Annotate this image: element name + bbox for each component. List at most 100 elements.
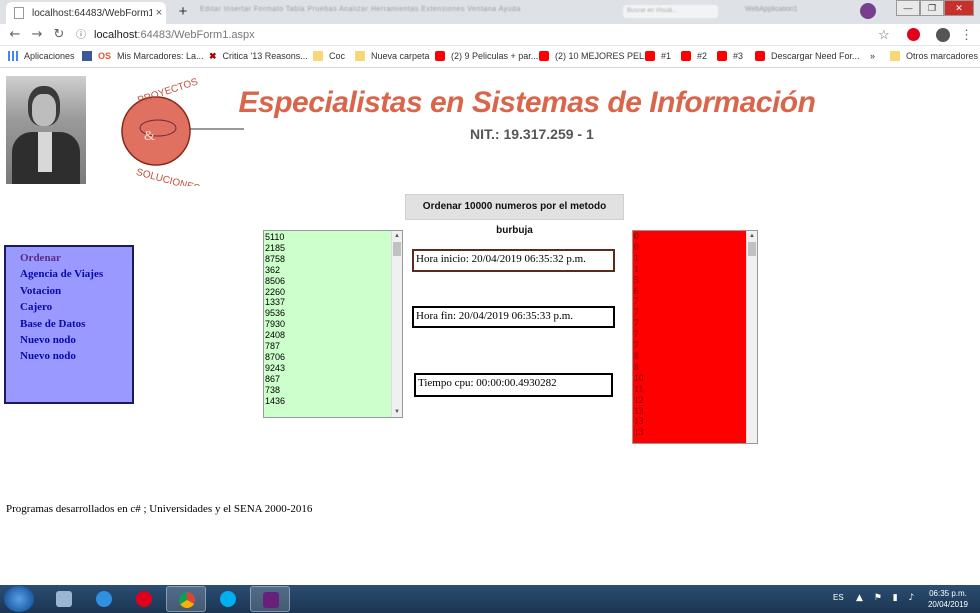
taskbar-app-ie[interactable] <box>84 586 124 612</box>
unsorted-list-item[interactable]: 9243 <box>265 363 285 374</box>
taskbar-clock[interactable]: 06:35 p.m. 20/04/2019 <box>920 588 976 610</box>
sorted-list-item[interactable]: 0 <box>634 232 644 243</box>
bookmark-item[interactable]: Descargar Need For... <box>755 51 860 61</box>
unsorted-list-item[interactable]: 8706 <box>265 352 285 363</box>
start-button[interactable] <box>4 586 34 612</box>
reload-icon[interactable]: ↻ <box>50 26 68 44</box>
bookmark-item[interactable]: ✖ Critica '13 Reasons... <box>209 51 308 61</box>
sorted-list-item[interactable]: 8 <box>634 363 644 374</box>
tab-close-icon[interactable]: × <box>152 7 166 19</box>
nav-item-base-de-datos[interactable]: Base de Datos <box>20 316 132 332</box>
bookmark-item[interactable]: Otros marcadores <box>890 51 978 61</box>
chevron-double-icon: » <box>870 51 876 61</box>
unsorted-list-item[interactable]: 2185 <box>265 243 285 254</box>
sorted-list-item[interactable]: 7 <box>634 319 644 330</box>
scroll-up-icon[interactable]: ▲ <box>747 231 757 241</box>
taskbar-app-explorer[interactable] <box>44 586 84 612</box>
bookmark-star-icon[interactable]: ☆ <box>878 26 890 44</box>
unsorted-list-item[interactable]: 1337 <box>265 297 285 308</box>
browser-menu-icon[interactable]: ⋮ <box>960 26 973 44</box>
browser-tab[interactable]: localhost:64483/WebForm1.aspx × <box>6 2 166 24</box>
sorted-list-item[interactable]: 10 <box>634 374 644 385</box>
bookmark-item[interactable]: OS Mis Marcadores: La... <box>82 51 204 61</box>
footer-text: Programas desarrollados en c# ; Universi… <box>6 503 313 515</box>
nav-item-nuevo-nodo[interactable]: Nuevo nodo <box>20 332 132 348</box>
unsorted-numbers-listbox[interactable]: 5110 2185 8758 362 8506 2260 1337 9536 7930 2408 7… <box>263 230 403 418</box>
unsorted-list-item[interactable]: 8758 <box>265 254 285 265</box>
bookmark-item[interactable]: Aplicaciones <box>8 51 75 61</box>
scroll-thumb[interactable] <box>748 242 756 256</box>
input-language-indicator[interactable]: ES <box>833 593 844 602</box>
opera-extension-icon[interactable] <box>907 28 920 41</box>
x-icon: ✖ <box>209 51 217 61</box>
nav-item-votacion[interactable]: Votacion <box>20 283 132 299</box>
unsorted-list-item[interactable]: 9536 <box>265 308 285 319</box>
bookmark-label: Critica '13 Reasons... <box>222 51 308 61</box>
forward-arrow-icon[interactable]: → <box>28 26 46 44</box>
nav-item-nuevo-nodo-2[interactable]: Nuevo nodo <box>20 348 132 364</box>
sorted-list-item[interactable]: 7 <box>634 330 644 341</box>
unsorted-list-item[interactable]: 362 <box>265 265 285 276</box>
sorted-list-item[interactable]: 7 <box>634 308 644 319</box>
close-window-button[interactable]: ✕ <box>944 0 974 16</box>
unsorted-list-item[interactable]: 2408 <box>265 330 285 341</box>
sorted-numbers-listbox[interactable]: 0 0 1 1 5 6 7 7 7 7 7 8 8 10 11 12 13 13 13 ▲ <box>632 230 758 444</box>
nav-item-agencia-de-viajes[interactable]: Agencia de Viajes <box>20 266 132 282</box>
minimize-button[interactable]: — <box>896 0 920 16</box>
scroll-thumb[interactable] <box>393 242 401 256</box>
taskbar-app-chrome[interactable] <box>166 586 206 612</box>
sorted-list-item[interactable]: 1 <box>634 254 644 265</box>
listbox-scrollbar[interactable]: ▲ ▼ <box>391 231 402 417</box>
sorted-list-item[interactable]: 6 <box>634 287 644 298</box>
unsorted-list-item[interactable]: 787 <box>265 341 285 352</box>
nav-item-ordenar[interactable]: Ordenar <box>20 250 132 266</box>
start-time-label: Hora inicio: 20/04/2019 06:35:32 p.m. <box>412 249 615 272</box>
nav-item-cajero[interactable]: Cajero <box>20 299 132 315</box>
new-tab-button[interactable]: + <box>174 4 192 20</box>
taskbar-app-visual-studio[interactable] <box>250 586 290 612</box>
back-arrow-icon[interactable]: ← <box>6 26 24 44</box>
site-info-icon[interactable]: ⓘ <box>76 30 86 41</box>
folder-icon <box>890 51 900 61</box>
sorted-list-item[interactable]: 0 <box>634 243 644 254</box>
bookmark-item[interactable]: Coc <box>313 51 345 61</box>
unsorted-list-item[interactable]: 2260 <box>265 287 285 298</box>
scroll-up-icon[interactable]: ▲ <box>392 231 402 241</box>
bookmark-item[interactable]: #3 <box>717 51 743 61</box>
bubble-sort-button[interactable]: Ordenar 10000 numeros por el metodo burb… <box>405 194 624 236</box>
bookmark-item[interactable]: #2 <box>681 51 707 61</box>
unsorted-list-item[interactable]: 7930 <box>265 319 285 330</box>
sorted-list-item[interactable]: 13 <box>634 417 644 428</box>
sorted-list-item[interactable]: 7 <box>634 341 644 352</box>
sorted-list-item[interactable]: 13 <box>634 407 644 418</box>
bookmark-item[interactable]: #1 <box>645 51 671 61</box>
taskbar-app-opera[interactable] <box>124 586 164 612</box>
listbox-scrollbar[interactable]: ▲ <box>746 231 757 443</box>
unsorted-list-item[interactable]: 738 <box>265 385 285 396</box>
bookmark-item[interactable]: (2) 9 Peliculas + par... <box>435 51 538 61</box>
profile-avatar[interactable] <box>936 28 950 42</box>
taskbar-app-skype[interactable] <box>208 586 248 612</box>
scroll-down-icon[interactable]: ▼ <box>392 407 402 417</box>
youtube-icon <box>539 51 549 61</box>
unsorted-list-item[interactable]: 1436 <box>265 396 285 407</box>
sorted-list-item[interactable]: 8 <box>634 352 644 363</box>
sorted-list-item[interactable]: 12 <box>634 396 644 407</box>
bookmark-item[interactable]: Nueva carpeta <box>355 51 430 61</box>
sorted-list-item[interactable]: 13 <box>634 428 644 439</box>
sorted-list-item[interactable]: 5 <box>634 276 644 287</box>
unsorted-list-item[interactable]: 8506 <box>265 276 285 287</box>
unsorted-list-item[interactable]: 5110 <box>265 232 285 243</box>
sorted-list-item[interactable]: 7 <box>634 297 644 308</box>
unsorted-list-item[interactable]: 867 <box>265 374 285 385</box>
bookmark-item[interactable]: (2) 10 MEJORES PEL... <box>539 51 652 61</box>
sorted-list-item[interactable]: 11 <box>634 385 644 396</box>
unsorted-items: 5110 2185 8758 362 8506 2260 1337 9536 7930 2408 7… <box>265 232 285 407</box>
more-bookmarks-button[interactable]: » <box>870 51 875 61</box>
logo-ampersand: & <box>144 129 155 144</box>
maximize-button[interactable]: ❐ <box>920 0 944 16</box>
address-bar[interactable]: ⓘ localhost:64483/WebForm1.aspx <box>70 26 870 44</box>
sorted-list-item[interactable]: 1 <box>634 265 644 276</box>
youtube-icon <box>645 51 655 61</box>
system-tray-icons[interactable]: ▲ ⚑ ▮ ♪ <box>856 593 918 603</box>
